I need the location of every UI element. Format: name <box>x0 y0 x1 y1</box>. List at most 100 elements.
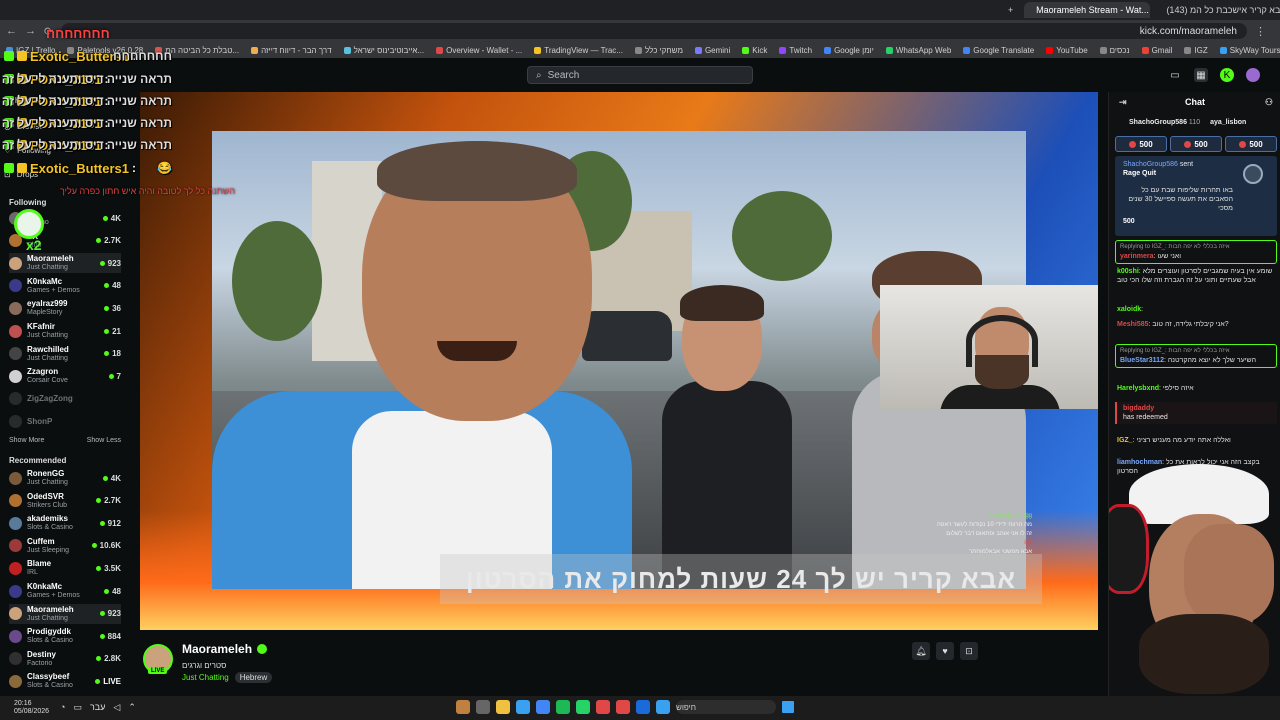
following-channel[interactable]: Maorameleh Just Chatting 923 <box>9 253 121 274</box>
bookmark-favicon-icon <box>251 46 259 54</box>
following-channel[interactable]: ShonP <box>9 411 121 431</box>
bookmark-item[interactable]: Google יומן <box>818 46 880 55</box>
chat-username[interactable]: k00shi <box>1117 268 1139 275</box>
chat-username[interactable]: IGZ_ <box>1117 437 1133 444</box>
recommended-channel[interactable]: K0nkaMc Games + Demos 48 <box>9 581 121 601</box>
chat-username[interactable]: yarinmera <box>1120 253 1153 260</box>
heart-icon[interactable]: ♥ <box>936 642 954 660</box>
chat-username[interactable]: xaloidk <box>1117 306 1141 313</box>
bookmark-item[interactable]: Google Translate <box>957 46 1040 55</box>
following-channel[interactable]: K0nkaMc Games + Demos 48 <box>9 276 121 296</box>
address-bar[interactable]: kick.com/maorameleh <box>61 23 1247 39</box>
taskbar-app-icon[interactable] <box>536 700 550 714</box>
users-icon[interactable]: ⚇ <box>1265 97 1273 108</box>
video-player[interactable]: אבא קריר יש לך 24 שעות למחוק את הסרטון w… <box>140 92 1098 630</box>
following-channel[interactable]: Zzagron Corsair Cove 7 <box>9 366 121 386</box>
taskbar-app-icon[interactable] <box>556 700 570 714</box>
recommended-channel[interactable]: akademiks Slots & Casino 912 <box>9 513 121 533</box>
stream-category[interactable]: Just Chatting <box>182 673 229 682</box>
taskbar-app-icon[interactable] <box>596 700 610 714</box>
streamer-name[interactable]: Maorameleh <box>182 642 268 656</box>
bookmark-favicon-icon <box>963 46 971 54</box>
viewer-count: 923 <box>99 609 121 618</box>
tab-active[interactable]: Maorameleh Stream - Wat... × <box>1024 2 1151 18</box>
recommended-channel[interactable]: Cuffem Just Sleeping 10.6K <box>9 536 121 556</box>
bookmark-item[interactable]: Gmail <box>1136 46 1179 55</box>
bookmark-item[interactable]: YouTube <box>1040 46 1093 55</box>
forward-icon[interactable]: → <box>25 25 36 37</box>
show-more-button[interactable]: Show More <box>9 437 44 444</box>
channel-category: Slots & Casino <box>27 682 73 690</box>
extensions-icon[interactable]: ⋮ <box>1255 25 1266 38</box>
gift-slot[interactable]: 500 <box>1115 136 1167 152</box>
following-channel[interactable]: Rawchilled Just Chatting 18 <box>9 344 121 364</box>
bookmark-item[interactable]: נכסים <box>1094 46 1136 55</box>
show-less-button[interactable]: Show Less <box>87 437 121 444</box>
bookmark-item[interactable]: TradingView — Trac... <box>528 46 629 55</box>
taskbar-app-icon[interactable] <box>456 700 470 714</box>
overlay-top-text: חחחחחחח <box>46 26 110 41</box>
bookmark-item[interactable]: IGZ <box>1178 46 1213 55</box>
pinned-user-2[interactable]: aya_lisbon <box>1210 119 1246 126</box>
chat-username[interactable]: Meshi585 <box>1117 321 1149 328</box>
following-channel[interactable]: KFafnir Just Chatting 21 <box>9 321 121 341</box>
bookmark-item[interactable]: SkyWay Tours <box>1214 46 1280 55</box>
bookmark-item[interactable]: Kick <box>736 46 773 55</box>
keyboard-language[interactable]: עבר <box>90 702 105 713</box>
user-avatar[interactable] <box>1246 68 1260 82</box>
chat-username[interactable]: liamhochman <box>1117 459 1162 466</box>
bookmark-item[interactable]: אייבוטיבינוס ישראל... <box>338 46 431 55</box>
taskbar-app-icon[interactable] <box>496 700 510 714</box>
channel-name: K0nkaMc <box>27 582 63 591</box>
search-input[interactable]: ⌕ Search <box>527 66 753 84</box>
viewer-count: 4K <box>102 214 121 223</box>
live-dot-icon <box>96 498 102 504</box>
chat-username[interactable]: bigdaddy <box>1123 405 1154 412</box>
taskbar-app-icon[interactable] <box>476 700 490 714</box>
recommended-channel[interactable]: RonenGG Just Chatting 4K <box>9 468 121 488</box>
clock[interactable]: 20:16 05/08/2026 <box>14 700 49 716</box>
chat-username[interactable]: BlueStar3112 <box>1120 357 1164 364</box>
tab-label: (143) אבא קריר אישכבת כל המ... <box>1166 5 1280 15</box>
theater-mode-icon[interactable]: ▭ <box>1168 68 1182 82</box>
monitor-icon[interactable]: ▭ <box>73 702 82 713</box>
chat-username[interactable]: Harelysbxnd <box>1117 385 1159 392</box>
recommended-channel[interactable]: Destiny Factorio 2.8K <box>9 649 121 669</box>
taskbar-app-icon[interactable] <box>516 700 530 714</box>
bookmark-item[interactable]: משחקי כלל <box>629 46 689 55</box>
bookmark-item[interactable]: דרך הבר - דיווח דייזה <box>245 46 337 55</box>
bookmark-item[interactable]: Twitch <box>773 46 818 55</box>
bookmark-item[interactable]: WhatsApp Web <box>880 46 957 55</box>
recommended-channel[interactable]: Maorameleh Just Chatting 923 <box>9 603 121 624</box>
collapse-chat-icon[interactable]: ⇥ <box>1119 97 1127 108</box>
bell-icon[interactable]: 🔔︎ <box>912 642 930 660</box>
gift-slot[interactable]: 500 <box>1170 136 1222 152</box>
kick-coin-icon[interactable]: K <box>1220 68 1234 82</box>
bookmark-item[interactable]: Overview - Wallet - ... <box>430 46 528 55</box>
recommended-channel[interactable]: OdedSVR Strikers Club 2.7K <box>9 491 121 511</box>
pinned-user[interactable]: ShachoGroup586 110 <box>1129 119 1200 126</box>
language-tag[interactable]: Hebrew <box>234 672 273 683</box>
gift-slot[interactable]: 500 <box>1225 136 1277 152</box>
following-channel[interactable]: ZigZagZong <box>9 389 121 409</box>
gift-icon[interactable]: ⊡ <box>960 642 978 660</box>
following-channel[interactable]: eyalraz999 MapleStory 36 <box>9 298 121 318</box>
windows-start-icon[interactable] <box>782 701 794 713</box>
bell-icon[interactable]: ◔ <box>60 702 65 713</box>
layout-icon[interactable]: ▦ <box>1194 68 1208 82</box>
streamer-facecam <box>1109 464 1280 696</box>
recommended-channel[interactable]: Prodigyddk Slots & Casino 884 <box>9 626 121 646</box>
recommended-channel[interactable]: Classybeef Slots & Casino LIVE <box>9 671 121 691</box>
chevron-up-icon[interactable]: ⌃ <box>128 702 136 713</box>
bookmark-item[interactable]: Gemini <box>689 46 736 55</box>
taskbar-app-icon[interactable] <box>616 700 630 714</box>
taskbar-search[interactable]: חיפוש <box>676 700 776 714</box>
volume-icon[interactable]: ◁ <box>113 702 120 713</box>
back-icon[interactable]: ← <box>6 25 17 37</box>
taskbar-app-icon[interactable] <box>656 700 670 714</box>
taskbar-app-icon[interactable] <box>576 700 590 714</box>
recommended-channel[interactable]: Blame IRL 3.5K <box>9 558 121 578</box>
new-tab-button[interactable]: + <box>1000 2 1020 18</box>
taskbar-app-icon[interactable] <box>636 700 650 714</box>
tab-inactive[interactable]: (143) אבא קריר אישכבת כל המ... <box>1154 2 1280 18</box>
